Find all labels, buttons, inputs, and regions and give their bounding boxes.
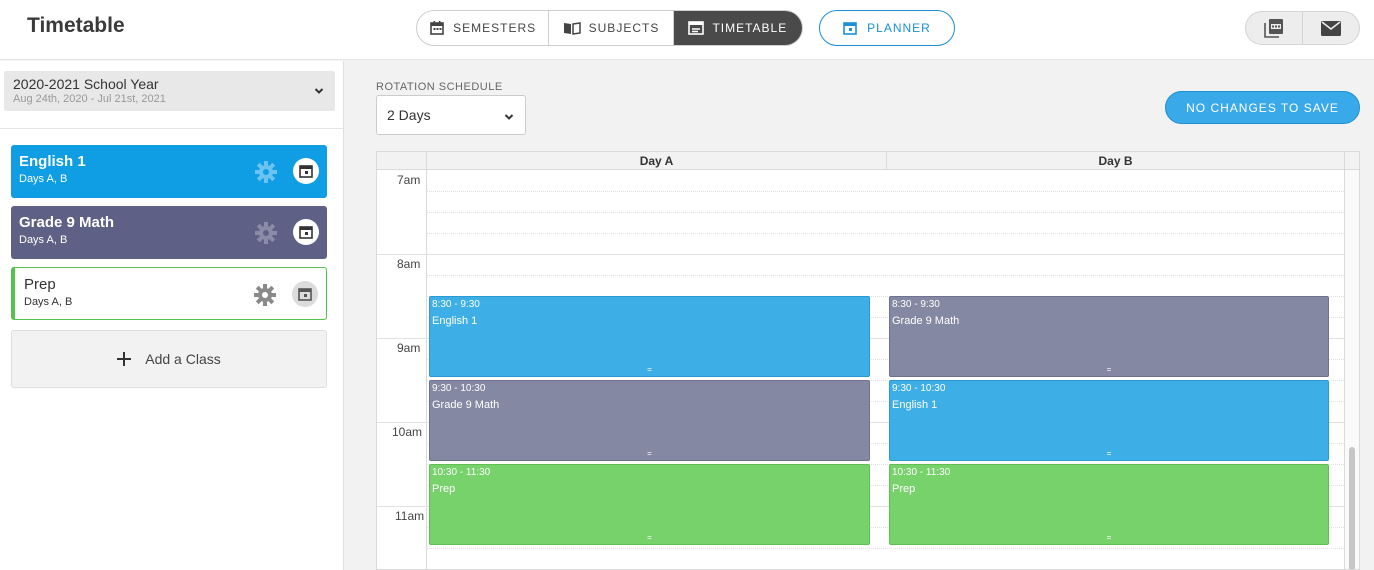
pdf-icon xyxy=(1264,19,1283,38)
chevron-down-icon xyxy=(314,88,324,94)
top-bar: Timetable SEMESTERS SUBJECTS TIMETABLE P… xyxy=(0,0,1374,60)
header-corner xyxy=(1344,152,1359,170)
calendar-icon xyxy=(430,21,444,35)
event-english-1-day-a[interactable]: 8:30 - 9:30 English 1 = xyxy=(429,296,870,377)
day-header-b: Day B xyxy=(886,152,1344,170)
event-time: 9:30 - 10:30 xyxy=(432,383,486,394)
event-prep-day-b[interactable]: 10:30 - 11:30 Prep = xyxy=(889,464,1329,545)
gear-icon[interactable] xyxy=(255,161,277,183)
gear-icon[interactable] xyxy=(255,222,277,244)
tab-subjects[interactable]: SUBJECTS xyxy=(549,11,674,45)
plus-icon xyxy=(117,352,132,366)
quarter-line xyxy=(427,275,1344,276)
class-card-english-1[interactable]: English 1 Days A, B xyxy=(11,145,327,198)
planner-button[interactable]: PLANNER xyxy=(819,10,955,46)
time-label: 10am xyxy=(392,425,423,439)
schedule-button[interactable] xyxy=(293,158,319,184)
tab-subjects-label: SUBJECTS xyxy=(588,21,660,35)
event-name: English 1 xyxy=(432,315,478,327)
event-grade-9-math-day-a[interactable]: 9:30 - 10:30 Grade 9 Math = xyxy=(429,380,870,461)
calendar-icon xyxy=(298,288,312,301)
calendar-icon xyxy=(299,226,313,239)
gear-icon[interactable] xyxy=(254,284,276,306)
tab-semesters[interactable]: SEMESTERS xyxy=(417,11,550,45)
resize-handle[interactable]: = xyxy=(1107,534,1112,542)
schedule-button[interactable] xyxy=(293,219,319,245)
event-grade-9-math-day-b[interactable]: 8:30 - 9:30 Grade 9 Math = xyxy=(889,296,1329,377)
resize-handle[interactable]: = xyxy=(1107,366,1112,374)
email-button[interactable] xyxy=(1303,12,1359,44)
time-gutter-divider xyxy=(426,170,427,569)
timetable-grid: Day A Day B 7am 8am 9am 10am 11am 8:30 -… xyxy=(376,151,1360,570)
resize-handle[interactable]: = xyxy=(647,366,652,374)
book-icon xyxy=(563,22,581,35)
page-title: Timetable xyxy=(27,14,125,37)
resize-handle[interactable]: = xyxy=(647,450,652,458)
rotation-schedule-select[interactable]: 2 Days xyxy=(376,95,526,135)
event-name: Grade 9 Math xyxy=(432,399,500,411)
event-english-1-day-b[interactable]: 9:30 - 10:30 English 1 = xyxy=(889,380,1329,461)
add-class-label: Add a Class xyxy=(145,351,221,367)
school-year-select[interactable]: 2020-2021 School Year Aug 24th, 2020 - J… xyxy=(4,71,335,111)
export-tools xyxy=(1245,11,1360,45)
rotation-schedule-label: ROTATION SCHEDULE xyxy=(376,81,503,93)
calendar-icon xyxy=(299,165,313,178)
school-year-title: 2020-2021 School Year xyxy=(13,76,159,92)
time-label: 7am xyxy=(397,173,421,187)
divider xyxy=(0,128,343,129)
event-time: 10:30 - 11:30 xyxy=(432,467,491,478)
save-changes-label: NO CHANGES TO SAVE xyxy=(1186,100,1339,115)
chevron-down-icon xyxy=(504,114,514,120)
quarter-line xyxy=(427,191,1344,192)
header-gutter xyxy=(377,152,426,170)
time-label: 9am xyxy=(397,341,421,355)
sidebar: 2020-2021 School Year Aug 24th, 2020 - J… xyxy=(0,61,344,570)
event-time: 9:30 - 10:30 xyxy=(892,383,946,394)
event-name: Prep xyxy=(432,483,456,495)
save-changes-button[interactable]: NO CHANGES TO SAVE xyxy=(1165,91,1360,124)
hour-line xyxy=(377,254,1344,255)
time-label: 11am xyxy=(395,509,425,523)
scrollbar-thumb[interactable] xyxy=(1349,447,1355,569)
tab-timetable-label: TIMETABLE xyxy=(712,21,788,35)
resize-handle[interactable]: = xyxy=(647,534,652,542)
event-time: 8:30 - 9:30 xyxy=(432,299,480,310)
quarter-line xyxy=(427,233,1344,234)
timetable-icon xyxy=(688,21,705,35)
tab-timetable[interactable]: TIMETABLE xyxy=(673,11,802,45)
event-name: Prep xyxy=(892,483,916,495)
event-time: 8:30 - 9:30 xyxy=(892,299,940,310)
school-year-dates: Aug 24th, 2020 - Jul 21st, 2021 xyxy=(13,93,166,105)
view-tabs: SEMESTERS SUBJECTS TIMETABLE xyxy=(416,10,803,46)
mail-icon xyxy=(1321,20,1341,36)
time-label: 8am xyxy=(397,257,421,271)
resize-handle[interactable]: = xyxy=(1107,450,1112,458)
quarter-line xyxy=(427,212,1344,213)
add-class-button[interactable]: Add a Class xyxy=(11,330,327,388)
rotation-schedule-value: 2 Days xyxy=(387,107,431,123)
event-name: Grade 9 Math xyxy=(892,315,960,327)
quarter-line xyxy=(427,548,1344,549)
calendar-icon xyxy=(843,22,857,35)
event-time: 10:30 - 11:30 xyxy=(892,467,951,478)
day-header-a: Day A xyxy=(426,152,886,170)
planner-label: PLANNER xyxy=(867,21,931,35)
class-card-prep[interactable]: Prep Days A, B xyxy=(11,267,327,320)
schedule-button[interactable] xyxy=(292,281,318,307)
event-prep-day-a[interactable]: 10:30 - 11:30 Prep = xyxy=(429,464,870,545)
tab-semesters-label: SEMESTERS xyxy=(453,21,537,35)
class-card-grade-9-math[interactable]: Grade 9 Math Days A, B xyxy=(11,206,327,259)
export-pdf-button[interactable] xyxy=(1246,12,1303,44)
event-name: English 1 xyxy=(892,399,938,411)
